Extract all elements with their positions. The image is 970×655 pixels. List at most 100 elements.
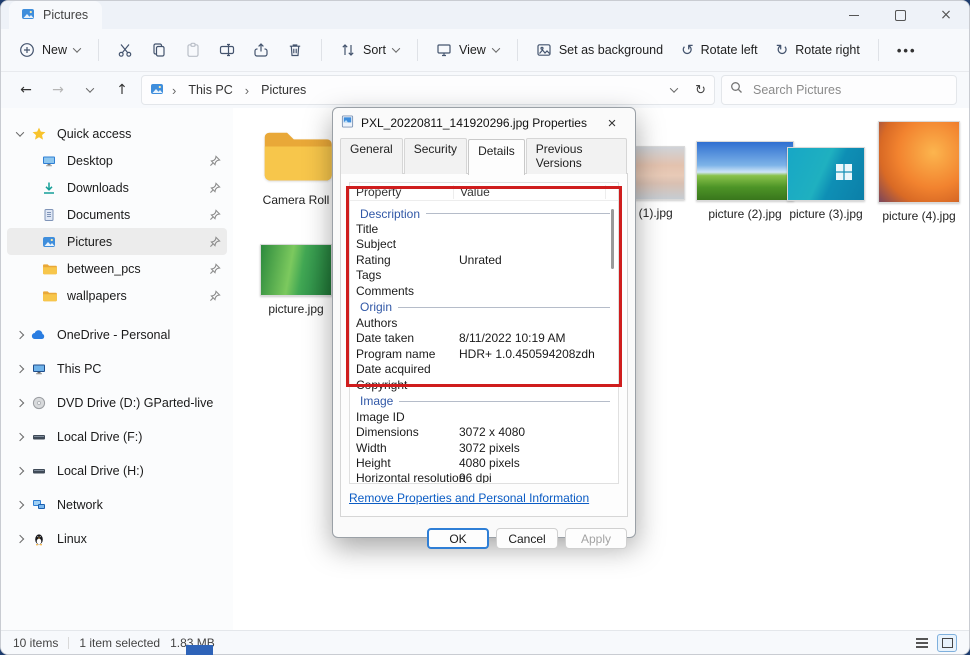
chevron-down-icon: [391, 44, 401, 53]
share-icon: [253, 42, 269, 58]
breadcrumb-this-pc[interactable]: This PC: [184, 81, 236, 99]
maximize-button[interactable]: [877, 1, 923, 29]
refresh-button[interactable]: ↻: [695, 83, 706, 98]
sidebar-item-label: Network: [57, 498, 103, 512]
status-bar: 10 items 1 item selected 1.83 MB: [1, 630, 969, 654]
image-thumbnail: [696, 141, 794, 201]
search-box[interactable]: [721, 75, 957, 105]
file-label: picture (2).jpg: [708, 207, 782, 221]
property-row[interactable]: Height 4080 pixels: [350, 456, 618, 471]
folder-icon: [39, 263, 59, 275]
drive-icon: [29, 464, 49, 478]
forward-button[interactable]: →: [45, 77, 71, 103]
sidebar-item-local-drive-f[interactable]: Local Drive (F:): [7, 420, 227, 454]
sidebar-item-dvd-drive[interactable]: DVD Drive (D:) GParted-live: [7, 386, 227, 420]
address-bar: ← → ↑ › This PC › Pictures ↻: [1, 72, 969, 109]
sidebar-item-documents[interactable]: Documents: [7, 201, 227, 228]
sort-button[interactable]: Sort: [332, 36, 407, 64]
title-bar: Pictures ×: [1, 1, 969, 29]
sidebar-item-linux[interactable]: Linux: [7, 522, 227, 556]
view-icon: [436, 42, 452, 58]
sidebar-item-onedrive[interactable]: OneDrive - Personal: [7, 318, 227, 352]
ok-button[interactable]: OK: [427, 528, 489, 549]
tab-details[interactable]: Details: [468, 139, 525, 175]
address-dropdown-chevron[interactable]: [669, 84, 679, 93]
sidebar-item-downloads[interactable]: Downloads: [7, 174, 227, 201]
details-view-button[interactable]: [913, 635, 931, 651]
dialog-title: PXL_20220811_141920296.jpg Properties: [361, 116, 587, 130]
sidebar-item-desktop[interactable]: Desktop: [7, 147, 227, 174]
back-button[interactable]: ←: [13, 77, 39, 103]
chevron-right-icon: [11, 500, 29, 510]
recent-locations-button[interactable]: [77, 77, 103, 103]
file-picture-2-jpg[interactable]: picture (2).jpg: [694, 141, 796, 222]
star-icon: [29, 127, 49, 141]
sort-label: Sort: [363, 43, 386, 57]
property-row[interactable]: Horizontal resolution 96 dpi: [350, 471, 618, 483]
delete-button[interactable]: [279, 36, 311, 64]
pin-icon: [207, 235, 223, 248]
cancel-button[interactable]: Cancel: [496, 528, 558, 549]
sidebar-item-local-drive-h[interactable]: Local Drive (H:): [7, 454, 227, 488]
rotate-right-button[interactable]: ↻ Rotate right: [768, 35, 868, 65]
sidebar-item-quick-access[interactable]: Quick access: [7, 120, 227, 147]
close-icon: ×: [940, 7, 952, 23]
sidebar-item-label: DVD Drive (D:) GParted-live: [57, 396, 214, 410]
chevron-down-icon: [72, 44, 82, 53]
divider: [321, 39, 323, 61]
wallpaper-icon: [536, 42, 552, 58]
rotate-left-button[interactable]: ↺ Rotate left: [673, 35, 766, 65]
set-as-background-button[interactable]: Set as background: [528, 36, 671, 64]
sidebar-item-network[interactable]: Network: [7, 488, 227, 522]
copy-icon: [151, 42, 167, 58]
up-button[interactable]: ↑: [109, 77, 135, 103]
apply-button[interactable]: Apply: [565, 528, 627, 549]
rename-button[interactable]: [211, 36, 243, 64]
more-options-button[interactable]: •••: [889, 37, 925, 64]
breadcrumb[interactable]: › This PC › Pictures ↻: [141, 75, 715, 105]
window-tab[interactable]: Pictures: [9, 1, 103, 29]
rotate-left-icon: ↺: [681, 41, 694, 59]
sidebar-item-pictures[interactable]: Pictures: [7, 228, 227, 255]
sidebar-item-wallpapers[interactable]: wallpapers: [7, 282, 227, 309]
minimize-icon: [849, 14, 859, 16]
breadcrumb-pictures[interactable]: Pictures: [257, 81, 310, 99]
sidebar-item-this-pc[interactable]: This PC: [7, 352, 227, 386]
tab-general[interactable]: General: [340, 138, 403, 174]
pin-icon: [207, 154, 223, 167]
close-button[interactable]: ×: [923, 1, 969, 29]
search-input[interactable]: [751, 82, 915, 98]
computer-icon: [29, 362, 49, 376]
dialog-close-button[interactable]: ×: [597, 112, 627, 134]
cut-button[interactable]: [109, 36, 141, 64]
pin-icon: [207, 289, 223, 302]
chevron-right-icon: [11, 398, 29, 408]
minimize-button[interactable]: [831, 1, 877, 29]
divider: [98, 39, 100, 61]
view-button[interactable]: View: [428, 36, 507, 64]
sidebar-item-between-pcs[interactable]: between_pcs: [7, 255, 227, 282]
property-row[interactable]: Image ID: [350, 410, 618, 425]
chevron-right-icon: [11, 534, 29, 544]
downloads-icon: [39, 181, 59, 195]
tab-security[interactable]: Security: [403, 138, 468, 174]
property-row[interactable]: Width 3072 pixels: [350, 441, 618, 456]
set-as-background-label: Set as background: [558, 43, 664, 57]
property-row[interactable]: Dimensions 3072 x 4080: [350, 425, 618, 440]
paste-button[interactable]: [177, 36, 209, 64]
share-button[interactable]: [245, 36, 277, 64]
new-button[interactable]: New: [11, 36, 88, 64]
large-thumbnails-view-button[interactable]: [937, 633, 957, 652]
pin-icon: [207, 262, 223, 275]
file-picture-3-jpg[interactable]: picture (3).jpg: [784, 147, 868, 222]
copy-button[interactable]: [143, 36, 175, 64]
maximize-icon: [894, 9, 906, 21]
tab-previous-versions[interactable]: Previous Versions: [525, 138, 627, 174]
image-thumbnail: [260, 244, 332, 296]
remove-properties-link[interactable]: Remove Properties and Personal Informati…: [349, 491, 589, 505]
selection-count: 1 item selected: [79, 635, 161, 650]
image-thumbnail: [787, 147, 865, 201]
dialog-title-bar: PXL_20220811_141920296.jpg Properties ×: [333, 108, 635, 138]
file-picture-4-jpg[interactable]: picture (4).jpg: [875, 121, 963, 224]
